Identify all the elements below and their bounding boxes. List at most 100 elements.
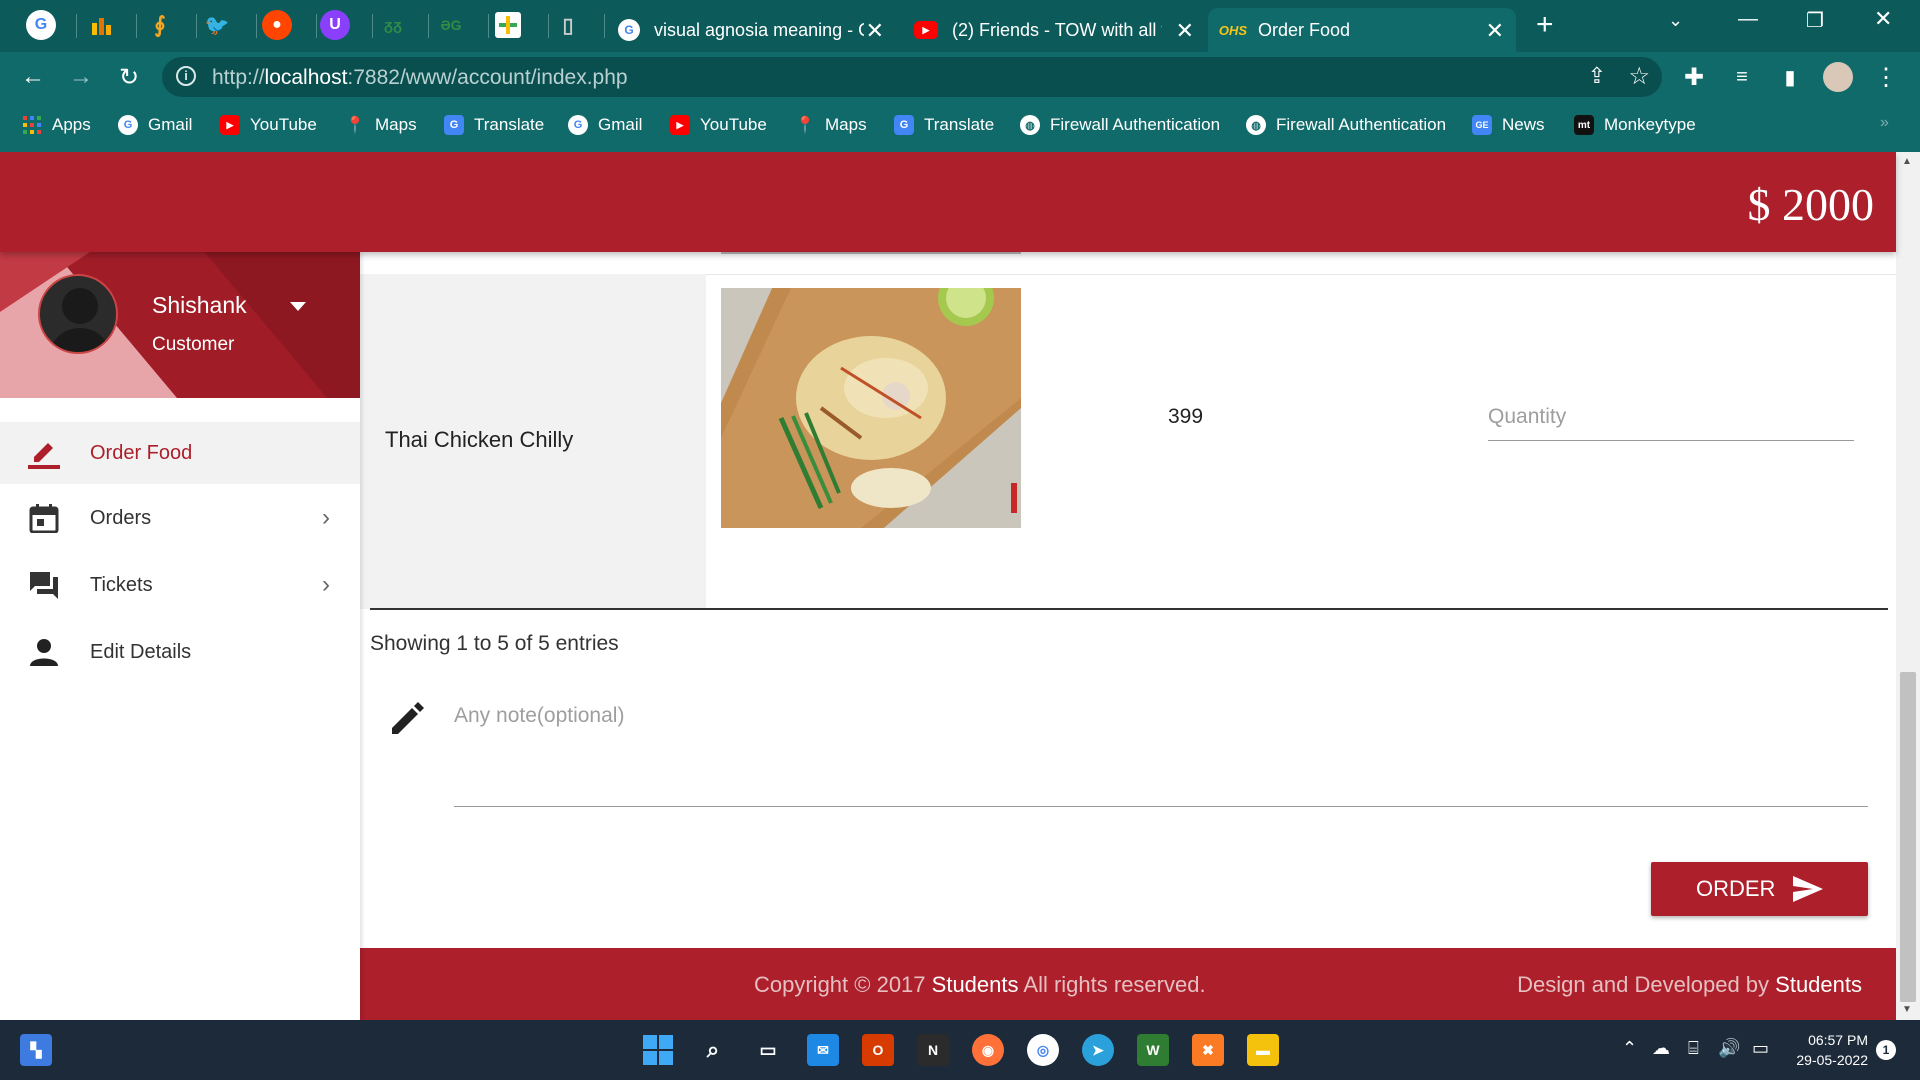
battery-icon[interactable]: ▭ xyxy=(1752,1038,1769,1059)
analytics-icon[interactable] xyxy=(86,10,116,40)
sidebar-item-orders[interactable]: Orders › xyxy=(0,487,360,549)
address-bar[interactable]: i http://localhost:7882/www/account/inde… xyxy=(162,57,1662,97)
bookmark-translate[interactable]: G Translate xyxy=(444,115,544,135)
chrome-icon[interactable]: ◎ xyxy=(1027,1034,1059,1066)
divider xyxy=(548,14,549,38)
star-icon[interactable]: ☆ xyxy=(1628,62,1650,91)
info-icon[interactable]: i xyxy=(176,66,196,86)
app-header: $ 2000 xyxy=(0,152,1896,252)
telegram-icon[interactable]: ➤ xyxy=(1082,1034,1114,1066)
reload-icon[interactable]: ↻ xyxy=(112,60,146,94)
notion-icon[interactable]: N xyxy=(917,1034,949,1066)
mail-icon[interactable]: ✉ xyxy=(807,1034,839,1066)
divider xyxy=(196,14,197,38)
onedrive-icon[interactable]: ☁ xyxy=(1652,1038,1670,1059)
bookmark-monkeytype[interactable]: mt Monkeytype xyxy=(1574,115,1696,135)
file-explorer-icon[interactable]: ▬ xyxy=(1247,1034,1279,1066)
start-icon[interactable] xyxy=(642,1034,674,1066)
menu-icon[interactable]: ⋮ xyxy=(1869,60,1903,94)
tab-order-food[interactable]: OHS Order Food ✕ xyxy=(1208,8,1516,52)
restore-icon[interactable]: ❐ xyxy=(1806,8,1824,33)
close-window-icon[interactable]: ✕ xyxy=(1874,6,1892,32)
media-icon[interactable]: ≡ xyxy=(1725,60,1759,94)
twitter-icon[interactable]: 🐦 xyxy=(202,10,232,40)
sidebar-item-order-food[interactable]: Order Food xyxy=(0,422,360,484)
dropdown-caret-icon[interactable] xyxy=(290,302,306,311)
bookmark-gmail[interactable]: G Gmail xyxy=(568,115,642,135)
tab-google-search[interactable]: G visual agnosia meaning - Google Search… xyxy=(604,8,896,52)
footer-link-students[interactable]: Students xyxy=(1775,972,1862,997)
bookmark-translate[interactable]: G Translate xyxy=(894,115,994,135)
food-price: 399 xyxy=(1168,405,1204,428)
bookmark-apps[interactable]: Apps xyxy=(22,115,91,135)
forward-icon[interactable]: → xyxy=(64,60,98,94)
apps-grid-icon xyxy=(22,115,42,135)
sidebar-item-edit-details[interactable]: Edit Details xyxy=(0,621,360,683)
bookmark-news[interactable]: GE News xyxy=(1472,115,1545,135)
widgets-icon[interactable]: ▚ xyxy=(20,1034,52,1066)
tray-chevron-icon[interactable]: ⌃ xyxy=(1622,1038,1637,1059)
bookmarks-bar: Apps G Gmail ▶ YouTube 📍 Maps G Translate GG… xyxy=(0,102,1920,152)
whatsapp-web-icon[interactable]: W xyxy=(1137,1034,1169,1066)
bookmark-youtube[interactable]: ▶ YouTube xyxy=(220,115,317,135)
bookmark-firewall[interactable]: ◍ Firewall Authentication xyxy=(1020,115,1220,135)
bookmark-youtube[interactable]: ▶ YouTube xyxy=(670,115,767,135)
tab-youtube[interactable]: ▶ (2) Friends - TOW with all the Thanksg… xyxy=(900,8,1206,52)
back-icon[interactable]: ← xyxy=(16,60,50,94)
quantity-input-underline xyxy=(1488,440,1854,441)
quantity-input[interactable]: Quantity xyxy=(1488,405,1566,429)
profile-avatar[interactable] xyxy=(1821,60,1855,94)
system-clock[interactable]: 06:57 PM 29-05-2022 xyxy=(1796,1030,1868,1070)
order-button[interactable]: ORDER xyxy=(1651,862,1868,916)
web-page: $ 2000 Shishank Customer Order Food Orde… xyxy=(0,152,1920,1020)
bookmark-maps[interactable]: 📍 Maps xyxy=(795,115,867,135)
tab-search-icon[interactable]: ⌄ xyxy=(1668,10,1683,31)
extensions-icon[interactable]: ✚ xyxy=(1677,60,1711,94)
bookmark-gmail[interactable]: G Gmail xyxy=(118,115,192,135)
minimize-icon[interactable]: — xyxy=(1738,8,1758,31)
google-keep-icon[interactable] xyxy=(495,12,521,38)
document-icon[interactable]: ▯ xyxy=(553,10,583,40)
avatar xyxy=(38,274,118,354)
firefox-icon[interactable]: ◉ xyxy=(972,1034,1004,1066)
maps-icon: 📍 xyxy=(345,117,365,134)
network-icon[interactable]: ⌸ xyxy=(1688,1038,1699,1059)
close-icon[interactable]: ✕ xyxy=(1486,18,1504,44)
search-icon[interactable]: ⌕ xyxy=(697,1034,729,1066)
url-text[interactable]: http://localhost:7882/www/account/index.… xyxy=(212,66,628,90)
footer-link-students[interactable]: Students xyxy=(932,972,1019,997)
xampp-icon[interactable]: ✖ xyxy=(1192,1034,1224,1066)
table-bottom-border xyxy=(370,608,1888,610)
sidebar-item-tickets[interactable]: Tickets › xyxy=(0,554,360,616)
divider xyxy=(372,14,373,38)
user-role: Customer xyxy=(152,334,235,355)
task-view-icon[interactable]: ▭ xyxy=(752,1034,784,1066)
user-name[interactable]: Shishank xyxy=(152,292,247,319)
codechef-icon[interactable]: ∮ xyxy=(145,10,175,40)
u-icon[interactable]: U xyxy=(320,10,350,40)
new-tab-button[interactable]: + xyxy=(1536,8,1554,42)
bookmark-firewall[interactable]: ◍ Firewall Authentication xyxy=(1246,115,1446,135)
share-icon[interactable]: ⇪ xyxy=(1588,63,1606,89)
more-bookmarks-icon[interactable]: » xyxy=(1880,114,1889,132)
divider xyxy=(428,14,429,38)
wallet-balance: $ 2000 xyxy=(1747,179,1875,230)
close-icon[interactable]: ✕ xyxy=(1176,18,1194,44)
scrollbar-thumb[interactable] xyxy=(1900,672,1916,1002)
volume-icon[interactable]: 🔊 xyxy=(1718,1038,1740,1059)
scroll-up-icon[interactable]: ▲ xyxy=(1902,156,1912,167)
google-icon[interactable]: G xyxy=(26,10,56,40)
scroll-down-icon[interactable]: ▼ xyxy=(1902,1004,1912,1015)
geeksforgeeks-icon[interactable]: ƏG xyxy=(436,10,466,40)
note-input[interactable]: Any note(optional) xyxy=(454,704,624,728)
close-icon[interactable]: ✕ xyxy=(866,18,884,44)
office-icon[interactable]: O xyxy=(862,1034,894,1066)
reddit-icon[interactable]: ● xyxy=(262,10,292,40)
maps-icon: 📍 xyxy=(795,117,815,134)
side-panel-icon[interactable]: ▮ xyxy=(1773,60,1807,94)
geeksforgeeks-icon[interactable]: ᵹᵹ xyxy=(378,10,408,40)
profile-card: Shishank Customer xyxy=(0,252,360,398)
bookmark-maps[interactable]: 📍 Maps xyxy=(345,115,417,135)
page-scrollbar[interactable]: ▲ ▼ xyxy=(1896,152,1920,1020)
notification-icon[interactable]: 1 xyxy=(1876,1040,1896,1060)
